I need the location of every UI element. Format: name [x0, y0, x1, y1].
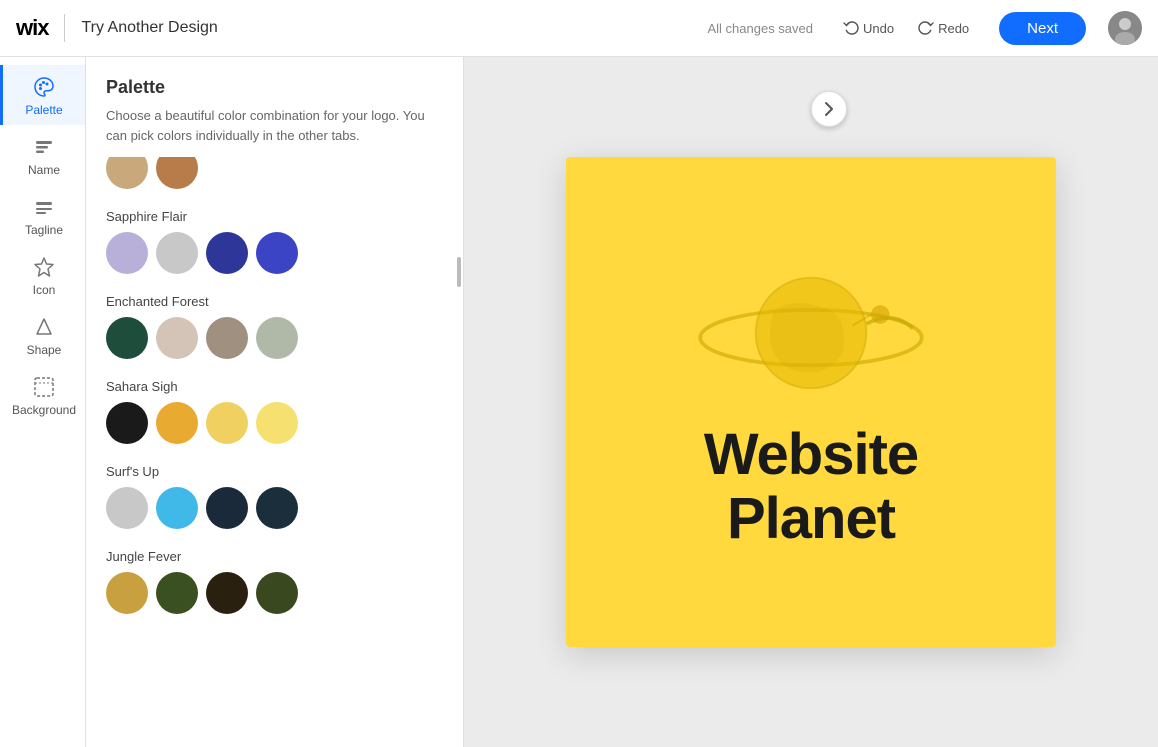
background-icon [32, 375, 56, 399]
logo-text: Website Planet [704, 423, 918, 551]
color-swatch[interactable] [106, 402, 148, 444]
sidebar-item-background[interactable]: Background [0, 365, 85, 425]
palette-colors [106, 572, 443, 614]
header-divider [64, 14, 65, 42]
palette-name: Enchanted Forest [106, 294, 443, 309]
undo-redo-group: Undo Redo [833, 14, 979, 42]
color-swatch[interactable] [206, 317, 248, 359]
sidebar-item-palette[interactable]: Palette [0, 65, 85, 125]
redo-label: Redo [938, 21, 969, 36]
color-swatch[interactable] [106, 317, 148, 359]
palette-item-sapphire-flair: Sapphire Flair [106, 209, 443, 274]
avatar[interactable] [1108, 11, 1142, 45]
color-swatch[interactable] [106, 232, 148, 274]
panel-title: Palette [106, 77, 443, 98]
color-swatch[interactable] [156, 572, 198, 614]
shape-icon [32, 315, 56, 339]
sidebar-item-label-background: Background [12, 403, 76, 417]
palette-list: Sapphire Flair Enchanted Forest [86, 209, 463, 654]
palette-icon [32, 75, 56, 99]
save-status: All changes saved [707, 21, 813, 36]
palette-colors [106, 487, 443, 529]
sidebar-item-label-tagline: Tagline [25, 223, 63, 237]
palette-colors [106, 317, 443, 359]
color-swatch[interactable] [256, 572, 298, 614]
planet-illustration [691, 253, 931, 413]
color-swatch[interactable] [206, 487, 248, 529]
color-swatch[interactable] [206, 402, 248, 444]
color-swatch[interactable] [106, 572, 148, 614]
main-layout: Palette Name Tagline [0, 57, 1158, 747]
next-design-button[interactable] [811, 91, 847, 127]
sidebar-item-name[interactable]: Name [0, 125, 85, 185]
sidebar-item-label-icon: Icon [33, 283, 56, 297]
undo-icon [843, 20, 859, 36]
scroll-indicator [457, 257, 461, 287]
redo-icon [918, 20, 934, 36]
palette-colors [106, 232, 443, 274]
panel-header: Palette Choose a beautiful color combina… [86, 57, 463, 157]
tagline-icon [32, 195, 56, 219]
sidebar-item-label-palette: Palette [25, 103, 62, 117]
palette-name: Sahara Sigh [106, 379, 443, 394]
color-swatch[interactable] [156, 402, 198, 444]
canvas-area: Website Planet [464, 57, 1158, 747]
color-swatch[interactable] [256, 487, 298, 529]
palette-name: Sapphire Flair [106, 209, 443, 224]
next-button[interactable]: Next [999, 12, 1086, 45]
color-swatch[interactable] [106, 487, 148, 529]
sidebar-item-label-name: Name [28, 163, 60, 177]
palette-item-enchanted-forest: Enchanted Forest [106, 294, 443, 359]
sidebar-item-tagline[interactable]: Tagline [0, 185, 85, 245]
palette-item-sahara-sigh: Sahara Sigh [106, 379, 443, 444]
palette-item-jungle-fever: Jungle Fever [106, 549, 443, 614]
color-swatch[interactable] [206, 232, 248, 274]
color-swatch[interactable] [206, 572, 248, 614]
color-swatch[interactable] [156, 317, 198, 359]
color-swatch[interactable] [156, 487, 198, 529]
sidebar-item-label-shape: Shape [27, 343, 62, 357]
redo-button[interactable]: Redo [908, 14, 979, 42]
color-swatch[interactable] [256, 232, 298, 274]
palette-colors [106, 402, 443, 444]
palette-item-surfs-up: Surf's Up [106, 464, 443, 529]
palette-panel: Palette Choose a beautiful color combina… [86, 57, 464, 747]
palette-name: Surf's Up [106, 464, 443, 479]
sidebar-item-shape[interactable]: Shape [0, 305, 85, 365]
page-title: Try Another Design [81, 19, 695, 37]
icon-icon [32, 255, 56, 279]
logo-line1: Website [704, 422, 918, 487]
panel-description: Choose a beautiful color combination for… [106, 106, 443, 145]
undo-button[interactable]: Undo [833, 14, 904, 42]
sidebar: Palette Name Tagline [0, 57, 86, 747]
undo-label: Undo [863, 21, 894, 36]
color-swatch[interactable] [156, 232, 198, 274]
name-icon [32, 135, 56, 159]
palette-name: Jungle Fever [106, 549, 443, 564]
color-swatch[interactable] [256, 317, 298, 359]
color-swatch[interactable] [256, 402, 298, 444]
logo-card: Website Planet [566, 157, 1056, 647]
app-header: wix Try Another Design All changes saved… [0, 0, 1158, 57]
sidebar-item-icon[interactable]: Icon [0, 245, 85, 305]
wix-logo: wix [16, 15, 48, 41]
logo-line2: Planet [727, 486, 895, 551]
